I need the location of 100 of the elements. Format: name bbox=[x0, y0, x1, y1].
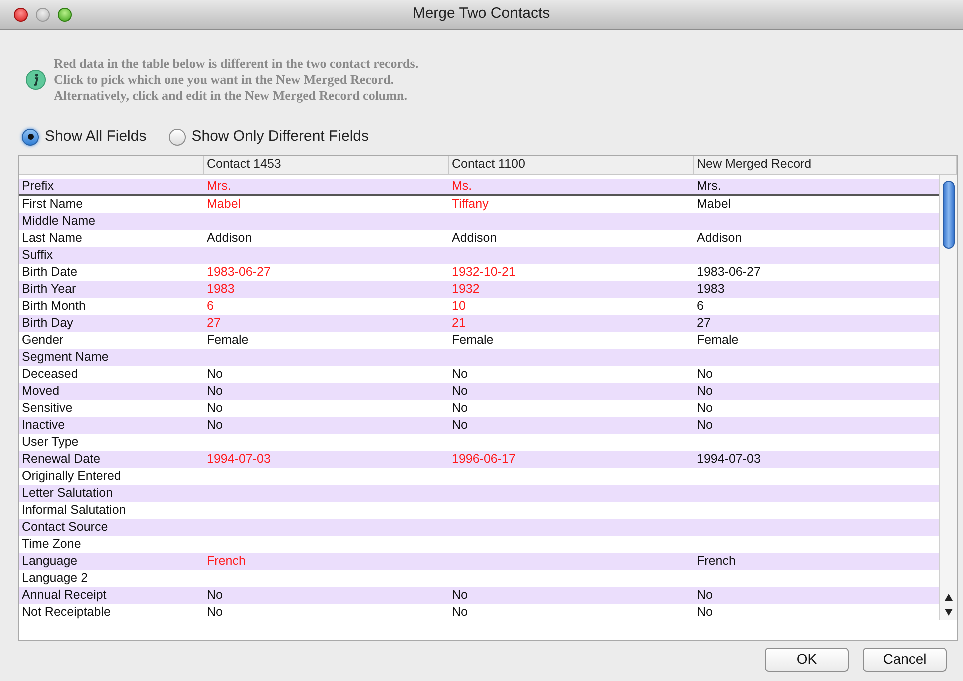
info-text: Red data in the table below is different in the two contact records. bbox=[54, 56, 419, 72]
table-row[interactable]: Middle Name bbox=[19, 212, 939, 230]
field-label: Annual Receipt bbox=[22, 586, 107, 604]
info-text: Click to pick which one you want in the New Merged Record. bbox=[54, 72, 396, 88]
table-cell[interactable]: Mrs. bbox=[697, 178, 722, 194]
field-label: Deceased bbox=[22, 366, 78, 382]
field-label: Sensitive bbox=[22, 400, 73, 416]
table-cell[interactable]: No bbox=[452, 400, 468, 416]
table-cell[interactable]: No bbox=[452, 416, 468, 434]
field-label: Letter Salutation bbox=[22, 484, 114, 502]
table-cell[interactable]: Tiffany bbox=[452, 196, 489, 212]
scroll-up-icon[interactable] bbox=[944, 594, 952, 600]
info-text: Alternatively, click and edit in the New Merged Record column. bbox=[54, 88, 408, 104]
field-label: Birth Year bbox=[22, 280, 76, 298]
scrollbar[interactable] bbox=[939, 174, 957, 620]
table-row[interactable]: Birth Year 1983 1932 1983 bbox=[19, 280, 939, 298]
field-label: Time Zone bbox=[22, 536, 82, 552]
column-header[interactable]: Contact 1453 bbox=[207, 155, 282, 174]
field-label: First Name bbox=[22, 196, 84, 212]
field-label: Gender bbox=[22, 332, 64, 348]
field-label: Suffix bbox=[22, 246, 54, 264]
table-cell[interactable]: No bbox=[697, 400, 713, 416]
window-title: Merge Two Contacts bbox=[412, 4, 552, 24]
field-label: Birth Day bbox=[22, 314, 74, 332]
field-label: Moved bbox=[22, 382, 60, 400]
field-label: Birth Date bbox=[22, 264, 78, 280]
radio-label[interactable]: Show Only Different Fields bbox=[192, 126, 370, 148]
table-cell[interactable]: Mabel bbox=[697, 196, 732, 212]
table-cell[interactable]: 1994-07-03 bbox=[697, 450, 761, 468]
table-row[interactable]: Letter Salutation bbox=[19, 484, 939, 502]
table-cell[interactable]: No bbox=[452, 382, 468, 400]
table-cell[interactable]: No bbox=[697, 366, 713, 382]
table-cell[interactable]: 10 bbox=[452, 298, 466, 314]
field-label: Language 2 bbox=[22, 570, 88, 586]
table-cell[interactable]: 6 bbox=[207, 298, 214, 314]
table-row[interactable]: Inactive No No No bbox=[19, 416, 939, 434]
table-cell[interactable]: Addison bbox=[452, 230, 498, 246]
table-cell[interactable]: No bbox=[697, 382, 713, 400]
radio-button[interactable] bbox=[168, 128, 186, 146]
field-label: Last Name bbox=[22, 230, 82, 246]
table-cell[interactable]: No bbox=[207, 366, 223, 382]
table-cell[interactable]: No bbox=[452, 604, 468, 620]
table-cell[interactable]: No bbox=[452, 586, 468, 604]
field-label: Inactive bbox=[22, 416, 66, 434]
table-cell[interactable]: 1983 bbox=[697, 280, 725, 298]
table-cell[interactable]: 1932-10-21 bbox=[452, 264, 516, 280]
table-row[interactable]: First Name Mabel Tiffany Mabel bbox=[19, 196, 939, 212]
table-cell[interactable]: 6 bbox=[697, 298, 704, 314]
field-label: Birth Month bbox=[22, 298, 86, 314]
scroll-down-icon[interactable] bbox=[944, 608, 952, 616]
field-label: Contact Source bbox=[22, 518, 108, 536]
field-label: Renewal Date bbox=[22, 450, 101, 468]
table-row[interactable]: Annual Receipt No No No bbox=[19, 586, 939, 604]
table-cell[interactable]: No bbox=[207, 382, 223, 400]
field-label: Prefix bbox=[22, 178, 54, 194]
table-row[interactable]: Segment Name bbox=[19, 348, 939, 366]
table-cell[interactable]: No bbox=[697, 604, 713, 620]
field-label: Segment Name bbox=[22, 348, 109, 366]
table-row[interactable]: Moved No No No bbox=[19, 382, 939, 400]
field-label: User Type bbox=[22, 434, 79, 450]
table-cell[interactable]: No bbox=[452, 366, 468, 382]
column-header[interactable]: New Merged Record bbox=[697, 155, 812, 174]
table-row[interactable]: Originally Entered bbox=[19, 468, 939, 484]
info-icon bbox=[26, 70, 46, 90]
table-row[interactable]: Suffix bbox=[19, 246, 939, 264]
table-cell[interactable]: No bbox=[697, 416, 713, 434]
table-row[interactable]: Birth Day 27 21 27 bbox=[19, 314, 939, 332]
table-cell[interactable]: No bbox=[207, 604, 223, 620]
table-row[interactable]: Not Receiptable No No No bbox=[19, 604, 939, 620]
column-header[interactable]: Contact 1100 bbox=[452, 155, 526, 174]
radio-button[interactable] bbox=[22, 128, 39, 146]
table-row[interactable]: Prefix Mrs. Ms. Mrs. bbox=[19, 178, 939, 196]
zoom-button[interactable] bbox=[58, 8, 72, 22]
table-row[interactable]: User Type bbox=[19, 434, 939, 450]
table-row[interactable]: Language French French bbox=[19, 552, 939, 570]
table-cell[interactable]: 1983-06-27 bbox=[207, 264, 271, 280]
table-cell[interactable]: No bbox=[207, 586, 223, 604]
table-cell[interactable]: French bbox=[697, 552, 736, 570]
table-cell[interactable]: Female bbox=[207, 332, 249, 348]
table-cell[interactable]: No bbox=[207, 400, 223, 416]
dialog-button[interactable]: Cancel bbox=[863, 648, 947, 672]
dialog-button[interactable]: OK bbox=[765, 648, 849, 672]
radio-label[interactable]: Show All Fields bbox=[45, 126, 147, 148]
table-cell[interactable]: 27 bbox=[697, 314, 711, 332]
table-cell[interactable]: Mabel bbox=[207, 196, 242, 212]
table-cell[interactable]: Female bbox=[697, 332, 739, 348]
table-cell[interactable]: Female bbox=[452, 332, 494, 348]
table-row[interactable]: Renewal Date 1994-07-03 1996-06-17 1994-07-03 bbox=[19, 450, 939, 468]
table-cell[interactable]: 1983-06-27 bbox=[697, 264, 761, 280]
field-label: Originally Entered bbox=[22, 468, 122, 484]
close-button[interactable] bbox=[14, 8, 28, 22]
table-cell[interactable]: No bbox=[207, 416, 223, 434]
table-row[interactable]: Contact Source bbox=[19, 518, 939, 536]
table-cell[interactable]: Addison bbox=[207, 230, 252, 246]
scroll-thumb[interactable] bbox=[942, 180, 954, 248]
table-row[interactable]: Language 2 bbox=[19, 570, 939, 586]
field-label: Middle Name bbox=[22, 212, 96, 230]
table-cell[interactable]: Addison bbox=[697, 230, 742, 246]
field-label: Informal Salutation bbox=[22, 502, 126, 518]
table-cell[interactable]: No bbox=[697, 586, 713, 604]
